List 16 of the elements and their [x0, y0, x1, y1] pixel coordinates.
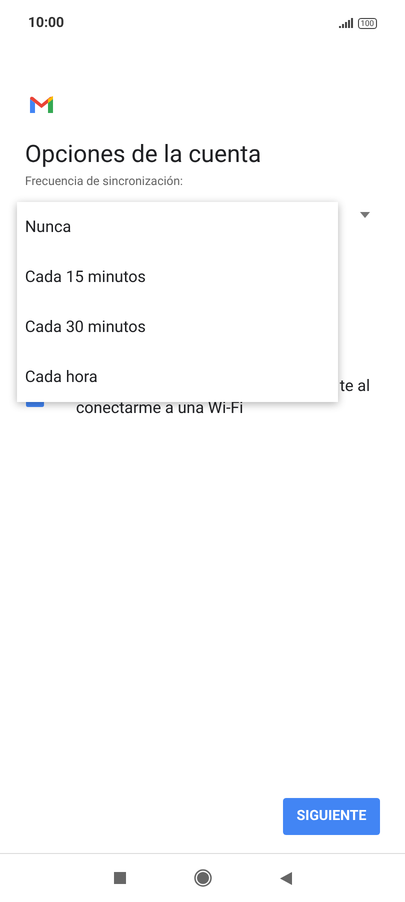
home-icon[interactable] — [194, 869, 212, 887]
back-icon[interactable] — [280, 872, 292, 884]
battery-indicator: 100 — [358, 18, 377, 28]
menu-item[interactable]: Cada hora — [17, 352, 338, 402]
screen-title: Opciones de la cuenta — [25, 139, 262, 170]
option-text: te al — [340, 375, 370, 397]
next-button[interactable]: SIGUIENTE — [283, 798, 380, 835]
menu-item[interactable]: Cada 30 minutos — [17, 302, 338, 352]
dropdown-arrow-icon[interactable] — [360, 212, 370, 218]
recents-icon[interactable] — [114, 872, 126, 884]
status-time: 10:00 — [28, 14, 64, 32]
signal-icon — [338, 18, 354, 28]
menu-item[interactable]: Cada 15 minutos — [17, 252, 338, 302]
field-label: Frecuencia de sincronización: — [25, 173, 184, 190]
menu-item[interactable]: Nunca — [17, 202, 338, 252]
mail-logo-icon — [30, 96, 53, 113]
